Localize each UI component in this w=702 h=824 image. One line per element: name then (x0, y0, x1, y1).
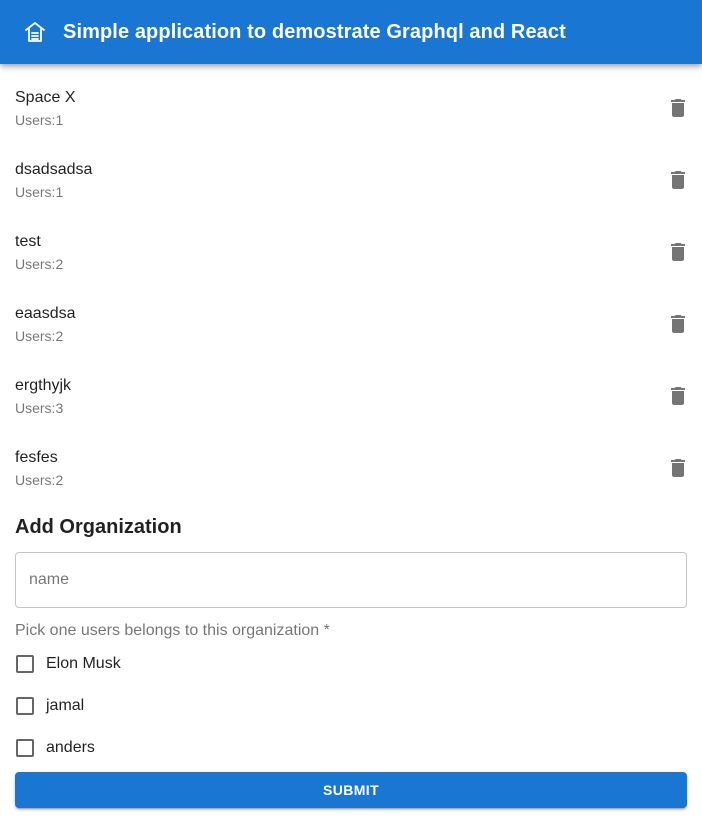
organization-item: ergthyjk Users:3 (0, 360, 702, 432)
app-title: Simple application to demostrate Graphql… (63, 20, 566, 43)
delete-organization-button[interactable] (666, 384, 690, 408)
organization-name-field (15, 552, 687, 608)
checkbox-icon[interactable] (16, 697, 34, 715)
delete-organization-button[interactable] (666, 456, 690, 480)
organization-item: test Users:2 (0, 216, 702, 288)
user-checkbox-label: Elon Musk (46, 655, 121, 672)
user-checkbox-jamal[interactable]: jamal (15, 694, 84, 718)
checkbox-icon[interactable] (16, 655, 34, 673)
user-checkbox-label: jamal (46, 697, 85, 714)
organization-item: fesfes Users:2 (0, 432, 702, 504)
trash-icon (671, 459, 685, 477)
organization-name: ergthyjk (15, 377, 72, 394)
submit-button[interactable]: SUBMIT (15, 772, 687, 808)
delete-organization-button[interactable] (666, 96, 690, 120)
organization-name: Space X (15, 89, 76, 106)
organization-user-count: Users:2 (15, 256, 64, 272)
organization-name: dsadsadsa (15, 161, 93, 178)
app-bar: Simple application to demostrate Graphql… (0, 0, 702, 64)
user-checkbox-label: anders (46, 739, 95, 756)
trash-icon (671, 99, 685, 117)
user-checkbox-elon-musk[interactable]: Elon Musk (15, 652, 121, 676)
checkbox-icon[interactable] (16, 739, 34, 757)
user-picker-label: Pick one users belongs to this organizat… (15, 622, 330, 639)
user-checkbox-anders[interactable]: anders (15, 736, 95, 760)
trash-icon (671, 171, 685, 189)
trash-icon (671, 315, 685, 333)
trash-icon (671, 387, 685, 405)
organization-user-count: Users:2 (15, 328, 64, 344)
organization-name: fesfes (15, 449, 58, 466)
organization-item: dsadsadsa Users:1 (0, 144, 702, 216)
add-organization-heading: Add Organization (15, 516, 182, 538)
organization-user-count: Users:1 (15, 184, 64, 200)
delete-organization-button[interactable] (666, 168, 690, 192)
organization-list: Space X Users:1 dsadsadsa Users:1 test U… (0, 72, 702, 504)
house-icon (24, 21, 46, 43)
organization-name-input[interactable] (16, 553, 686, 607)
organization-item: Space X Users:1 (0, 72, 702, 144)
organization-item: eaasdsa Users:2 (0, 288, 702, 360)
organization-user-count: Users:1 (15, 112, 64, 128)
organization-name: eaasdsa (15, 305, 76, 322)
organization-user-count: Users:2 (15, 472, 64, 488)
trash-icon (671, 243, 685, 261)
organization-user-count: Users:3 (15, 400, 64, 416)
delete-organization-button[interactable] (666, 312, 690, 336)
organization-name: test (15, 233, 41, 250)
delete-organization-button[interactable] (666, 240, 690, 264)
